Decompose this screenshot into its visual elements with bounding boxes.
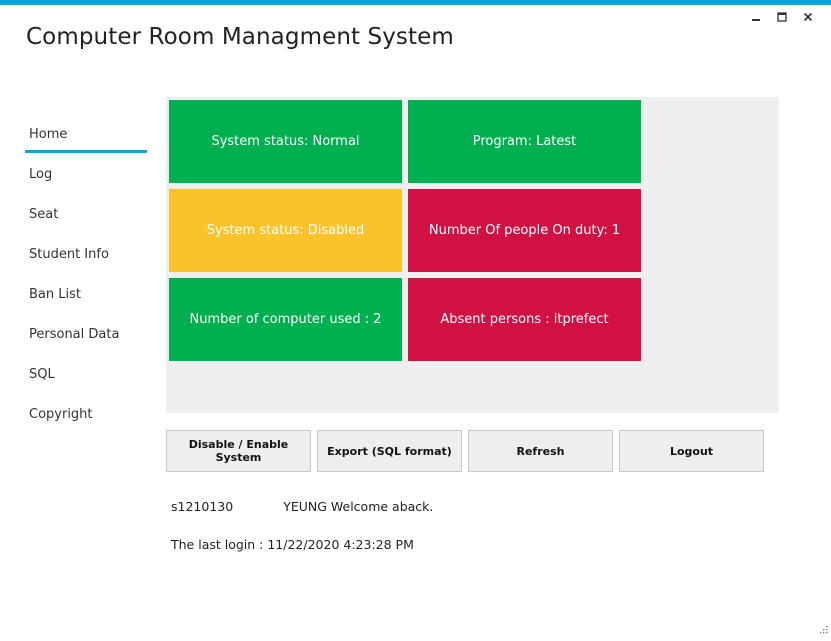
- sidebar-item-seat[interactable]: Seat: [25, 194, 147, 234]
- people-on-duty-tile: Number Of people On duty: 1: [408, 189, 641, 272]
- system-disabled-tile: System status: Disabled: [169, 189, 402, 272]
- maximize-icon[interactable]: [771, 8, 793, 26]
- export-sql-button[interactable]: Export (SQL format): [317, 430, 462, 472]
- window-controls: [745, 8, 819, 26]
- sidebar-item-label: Home: [29, 126, 68, 142]
- sidebar-item-ban-list[interactable]: Ban List: [25, 274, 147, 314]
- user-id: s1210130: [171, 499, 234, 514]
- sidebar-item-sql[interactable]: SQL: [25, 354, 147, 394]
- app-title: Computer Room Managment System: [26, 24, 454, 50]
- sidebar-item-student-info[interactable]: Student Info: [25, 234, 147, 274]
- status-tiles-panel: System status: Normal Program: Latest Sy…: [166, 97, 779, 413]
- computers-used-tile: Number of computer used : 2: [169, 278, 402, 361]
- sidebar-item-home[interactable]: Home: [25, 114, 147, 154]
- logout-button[interactable]: Logout: [619, 430, 764, 472]
- sidebar-item-label: Seat: [29, 206, 59, 222]
- absent-persons-tile: Absent persons : itprefect: [408, 278, 641, 361]
- close-icon[interactable]: [797, 8, 819, 26]
- last-login-text: The last login : 11/22/2020 4:23:28 PM: [171, 537, 414, 552]
- welcome-message: YEUNG Welcome aback.: [283, 499, 434, 514]
- sidebar-nav: Home Log Seat Student Info Ban List Pers…: [25, 114, 147, 434]
- window-accent-bar: [0, 0, 831, 5]
- sidebar-item-personal-data[interactable]: Personal Data: [25, 314, 147, 354]
- welcome-line: s1210130 YEUNG Welcome aback.: [171, 499, 433, 514]
- sidebar-item-copyright[interactable]: Copyright: [25, 394, 147, 434]
- program-version-tile: Program: Latest: [408, 100, 641, 183]
- toggle-system-button[interactable]: Disable / Enable System: [166, 430, 311, 472]
- system-status-tile: System status: Normal: [169, 100, 402, 183]
- sidebar-item-label: Ban List: [29, 286, 81, 302]
- sidebar-item-label: Log: [29, 166, 53, 182]
- resize-grip-icon[interactable]: [818, 619, 828, 638]
- minimize-icon[interactable]: [745, 8, 767, 26]
- refresh-button[interactable]: Refresh: [468, 430, 613, 472]
- sidebar-item-label: Copyright: [29, 406, 93, 422]
- sidebar-item-log[interactable]: Log: [25, 154, 147, 194]
- sidebar-item-label: Personal Data: [29, 326, 120, 342]
- sidebar-item-label: SQL: [29, 366, 55, 382]
- sidebar-item-label: Student Info: [29, 246, 109, 262]
